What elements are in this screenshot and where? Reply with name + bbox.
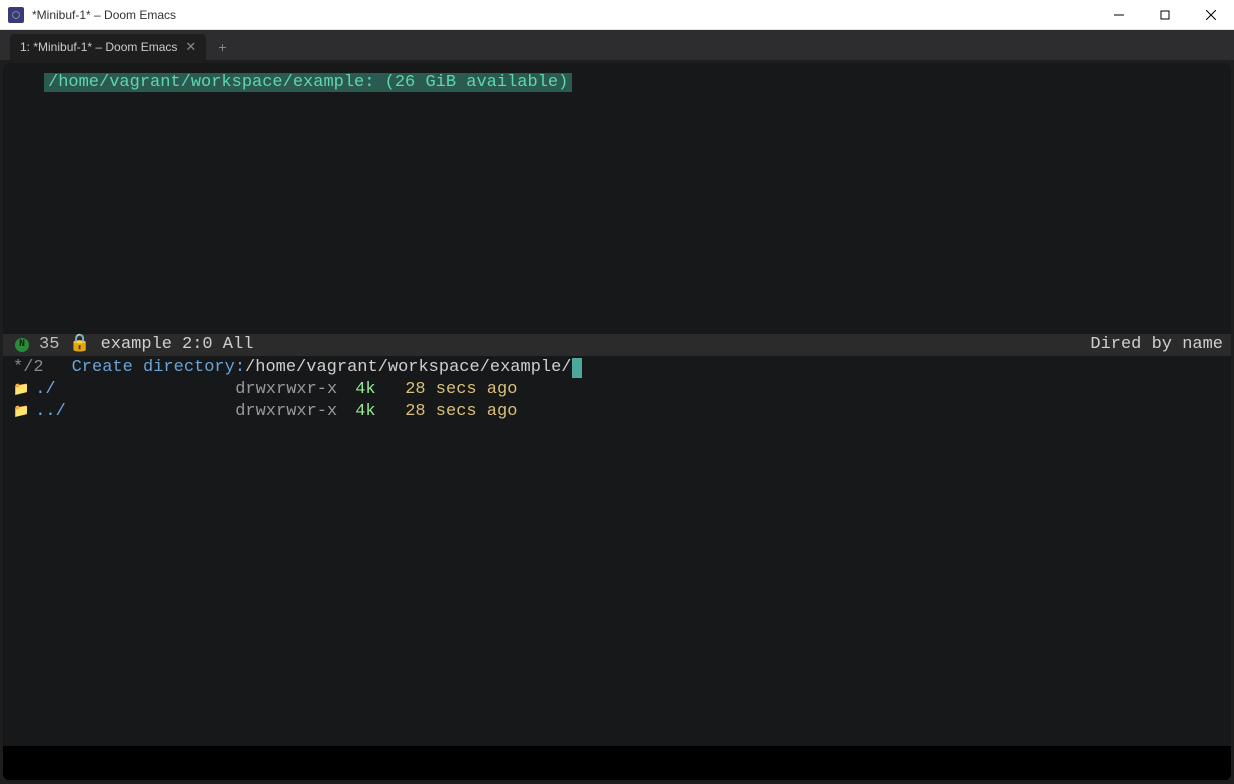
window-title: *Minibuf-1* – Doom Emacs (32, 8, 1096, 22)
list-item[interactable]: 📁 ../ drwxrwxr-x 4k 28 secs ago (13, 401, 1231, 423)
entry-perms: drwxrwxr-x (235, 379, 355, 401)
editor-area[interactable]: /home/vagrant/workspace/example: (26 GiB… (3, 63, 1231, 780)
buffer-name: example (101, 334, 172, 356)
buffer-header: /home/vagrant/workspace/example: (26 GiB… (44, 72, 572, 94)
entry-perms: drwxrwxr-x (235, 401, 355, 423)
buffer-header-text: /home/vagrant/workspace/example: (26 GiB… (44, 73, 572, 92)
cursor-position: 2:0 All (182, 334, 253, 356)
state-icon: N (15, 338, 29, 352)
minimize-button[interactable] (1096, 0, 1142, 29)
lock-icon: 🔒 (69, 334, 90, 356)
completion-list: 📁 ./ drwxrwxr-x 4k 28 secs ago 📁 ../ drw… (13, 379, 1231, 423)
app-frame: 1: *Minibuf-1* – Doom Emacs ✕ + /home/va… (0, 30, 1234, 784)
minibuffer[interactable]: */2 Create directory: /home/vagrant/work… (13, 357, 1231, 379)
close-button[interactable] (1188, 0, 1234, 29)
folder-icon: 📁 (13, 379, 29, 401)
tab-label: 1: *Minibuf-1* – Doom Emacs (20, 40, 177, 54)
app-icon (8, 7, 24, 23)
folder-icon: 📁 (13, 401, 29, 423)
maximize-button[interactable] (1142, 0, 1188, 29)
close-icon[interactable]: ✕ (185, 39, 196, 55)
entry-name: ../ (35, 401, 235, 423)
tab-active[interactable]: 1: *Minibuf-1* – Doom Emacs ✕ (10, 34, 206, 60)
cursor (572, 358, 582, 378)
tab-bar: 1: *Minibuf-1* – Doom Emacs ✕ + (0, 30, 1234, 60)
modeline-number: 35 (39, 334, 59, 356)
window-controls (1096, 0, 1234, 29)
entry-name: ./ (35, 379, 235, 401)
modeline: N 35 🔒 example 2:0 All Dired by name (3, 334, 1231, 356)
mode-name: Dired by name (1090, 334, 1223, 356)
entry-time: 28 secs ago (405, 379, 517, 401)
minibuf-input[interactable]: /home/vagrant/workspace/example/ (245, 357, 571, 379)
entry-size: 4k (355, 401, 405, 423)
list-item[interactable]: 📁 ./ drwxrwxr-x 4k 28 secs ago (13, 379, 1231, 401)
minibuf-prompt: Create directory: (72, 357, 245, 379)
bottom-strip (3, 746, 1231, 780)
entry-time: 28 secs ago (405, 401, 517, 423)
titlebar: *Minibuf-1* – Doom Emacs (0, 0, 1234, 30)
minibuf-marker: */2 (13, 357, 44, 379)
entry-size: 4k (355, 379, 405, 401)
new-tab-button[interactable]: + (206, 34, 238, 60)
